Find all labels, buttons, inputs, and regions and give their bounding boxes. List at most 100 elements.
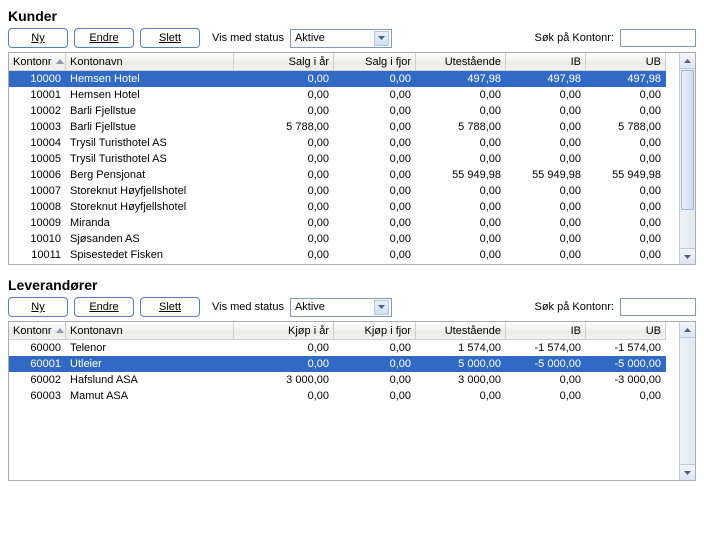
amount-cell: 0,00 bbox=[586, 199, 666, 215]
new-button[interactable]: Ny bbox=[8, 28, 68, 48]
column-header[interactable]: IB bbox=[506, 322, 586, 340]
delete-button[interactable]: Slett bbox=[140, 28, 200, 48]
amount-cell: 0,00 bbox=[586, 215, 666, 231]
amount-cell: 497,98 bbox=[416, 71, 506, 87]
amount-cell: 55 949,98 bbox=[416, 167, 506, 183]
amount-cell: 5 000,00 bbox=[416, 356, 506, 372]
account-id: 60003 bbox=[9, 388, 66, 404]
amount-cell: 0,00 bbox=[234, 231, 334, 247]
amount-cell: 0,00 bbox=[334, 167, 416, 183]
column-header[interactable]: Kontonavn bbox=[66, 53, 234, 71]
amount-cell: 0,00 bbox=[506, 199, 586, 215]
column-header[interactable]: UB bbox=[586, 53, 666, 71]
amount-cell: 0,00 bbox=[506, 119, 586, 135]
account-id: 10008 bbox=[9, 199, 66, 215]
column-header[interactable]: IB bbox=[506, 53, 586, 71]
amount-cell: 5 788,00 bbox=[586, 119, 666, 135]
status-combo-value: Aktive bbox=[295, 32, 325, 44]
scroll-down-icon[interactable] bbox=[680, 248, 695, 264]
scrollbar[interactable] bbox=[679, 322, 695, 480]
amount-cell: 0,00 bbox=[334, 247, 416, 263]
account-name: Berg Pensjonat bbox=[66, 167, 234, 183]
new-button[interactable]: Ny bbox=[8, 297, 68, 317]
amount-cell: 0,00 bbox=[334, 231, 416, 247]
account-id: 10002 bbox=[9, 103, 66, 119]
column-header[interactable]: Kontonavn bbox=[66, 322, 234, 340]
amount-cell: 0,00 bbox=[234, 215, 334, 231]
amount-cell: 0,00 bbox=[234, 247, 334, 263]
account-id: 10003 bbox=[9, 119, 66, 135]
scroll-thumb[interactable] bbox=[681, 70, 694, 210]
amount-cell: 0,00 bbox=[416, 183, 506, 199]
amount-cell: 0,00 bbox=[416, 215, 506, 231]
account-name: Storeknut Høyfjellshotel bbox=[66, 183, 234, 199]
amount-cell: 0,00 bbox=[416, 199, 506, 215]
search-input[interactable] bbox=[620, 298, 696, 316]
account-id: 10010 bbox=[9, 231, 66, 247]
account-id: 10004 bbox=[9, 135, 66, 151]
account-name: Barli Fjellstue bbox=[66, 119, 234, 135]
amount-cell: 0,00 bbox=[506, 372, 586, 388]
column-header[interactable]: Kjøp i år bbox=[234, 322, 334, 340]
account-name: Mamut ASA bbox=[66, 388, 234, 404]
scrollbar[interactable] bbox=[679, 53, 695, 264]
suppliers-toolbar: Ny Endre Slett Vis med status Aktive Søk… bbox=[8, 297, 696, 317]
amount-cell: 0,00 bbox=[586, 103, 666, 119]
amount-cell: 0,00 bbox=[334, 199, 416, 215]
amount-cell: 5 788,00 bbox=[234, 119, 334, 135]
amount-cell: 0,00 bbox=[506, 183, 586, 199]
scroll-up-icon[interactable] bbox=[680, 53, 695, 69]
amount-cell: 0,00 bbox=[334, 388, 416, 404]
column-header[interactable]: Salg i fjor bbox=[334, 53, 416, 71]
column-header[interactable]: Kjøp i fjor bbox=[334, 322, 416, 340]
account-id: 60002 bbox=[9, 372, 66, 388]
account-name: Hemsen Hotel bbox=[66, 71, 234, 87]
column-header[interactable]: Utestående bbox=[416, 322, 506, 340]
edit-button[interactable]: Endre bbox=[74, 28, 134, 48]
status-combo[interactable]: Aktive bbox=[290, 29, 392, 48]
account-id: 10005 bbox=[9, 151, 66, 167]
status-label: Vis med status bbox=[212, 301, 284, 313]
amount-cell: 0,00 bbox=[234, 199, 334, 215]
account-name: Spisestedet Fisken bbox=[66, 247, 234, 263]
amount-cell: 0,00 bbox=[334, 119, 416, 135]
amount-cell: 0,00 bbox=[234, 87, 334, 103]
amount-cell: 0,00 bbox=[234, 71, 334, 87]
chevron-down-icon bbox=[374, 300, 389, 315]
search-input[interactable] bbox=[620, 29, 696, 47]
account-name: Barli Fjellstue bbox=[66, 103, 234, 119]
amount-cell: -3 000,00 bbox=[586, 372, 666, 388]
suppliers-title: Leverandører bbox=[8, 277, 696, 293]
column-header[interactable]: Salg i år bbox=[234, 53, 334, 71]
column-header[interactable]: Kontonr bbox=[9, 53, 66, 71]
status-combo[interactable]: Aktive bbox=[290, 298, 392, 317]
edit-button[interactable]: Endre bbox=[74, 297, 134, 317]
customers-section: Kunder Ny Endre Slett Vis med status Akt… bbox=[8, 8, 696, 265]
amount-cell: 0,00 bbox=[506, 87, 586, 103]
status-combo-value: Aktive bbox=[295, 301, 325, 313]
amount-cell: 5 788,00 bbox=[416, 119, 506, 135]
column-header[interactable]: Kontonr bbox=[9, 322, 66, 340]
account-name: Miranda bbox=[66, 215, 234, 231]
chevron-down-icon bbox=[374, 31, 389, 46]
search-label: Søk på Kontonr: bbox=[535, 301, 615, 313]
amount-cell: 0,00 bbox=[416, 135, 506, 151]
amount-cell: 0,00 bbox=[416, 87, 506, 103]
account-name: Utleier bbox=[66, 356, 234, 372]
amount-cell: 0,00 bbox=[586, 247, 666, 263]
delete-button[interactable]: Slett bbox=[140, 297, 200, 317]
account-name: Trysil Turisthotel AS bbox=[66, 151, 234, 167]
amount-cell: 0,00 bbox=[506, 231, 586, 247]
column-header[interactable]: Utestående bbox=[416, 53, 506, 71]
account-id: 10009 bbox=[9, 215, 66, 231]
amount-cell: 0,00 bbox=[586, 231, 666, 247]
search-label: Søk på Kontonr: bbox=[535, 32, 615, 44]
account-id: 10000 bbox=[9, 71, 66, 87]
account-id: 60000 bbox=[9, 340, 66, 356]
column-header[interactable]: UB bbox=[586, 322, 666, 340]
amount-cell: -1 574,00 bbox=[586, 340, 666, 356]
amount-cell: 0,00 bbox=[506, 247, 586, 263]
scroll-down-icon[interactable] bbox=[680, 464, 695, 480]
scroll-up-icon[interactable] bbox=[680, 322, 695, 338]
amount-cell: 0,00 bbox=[334, 183, 416, 199]
